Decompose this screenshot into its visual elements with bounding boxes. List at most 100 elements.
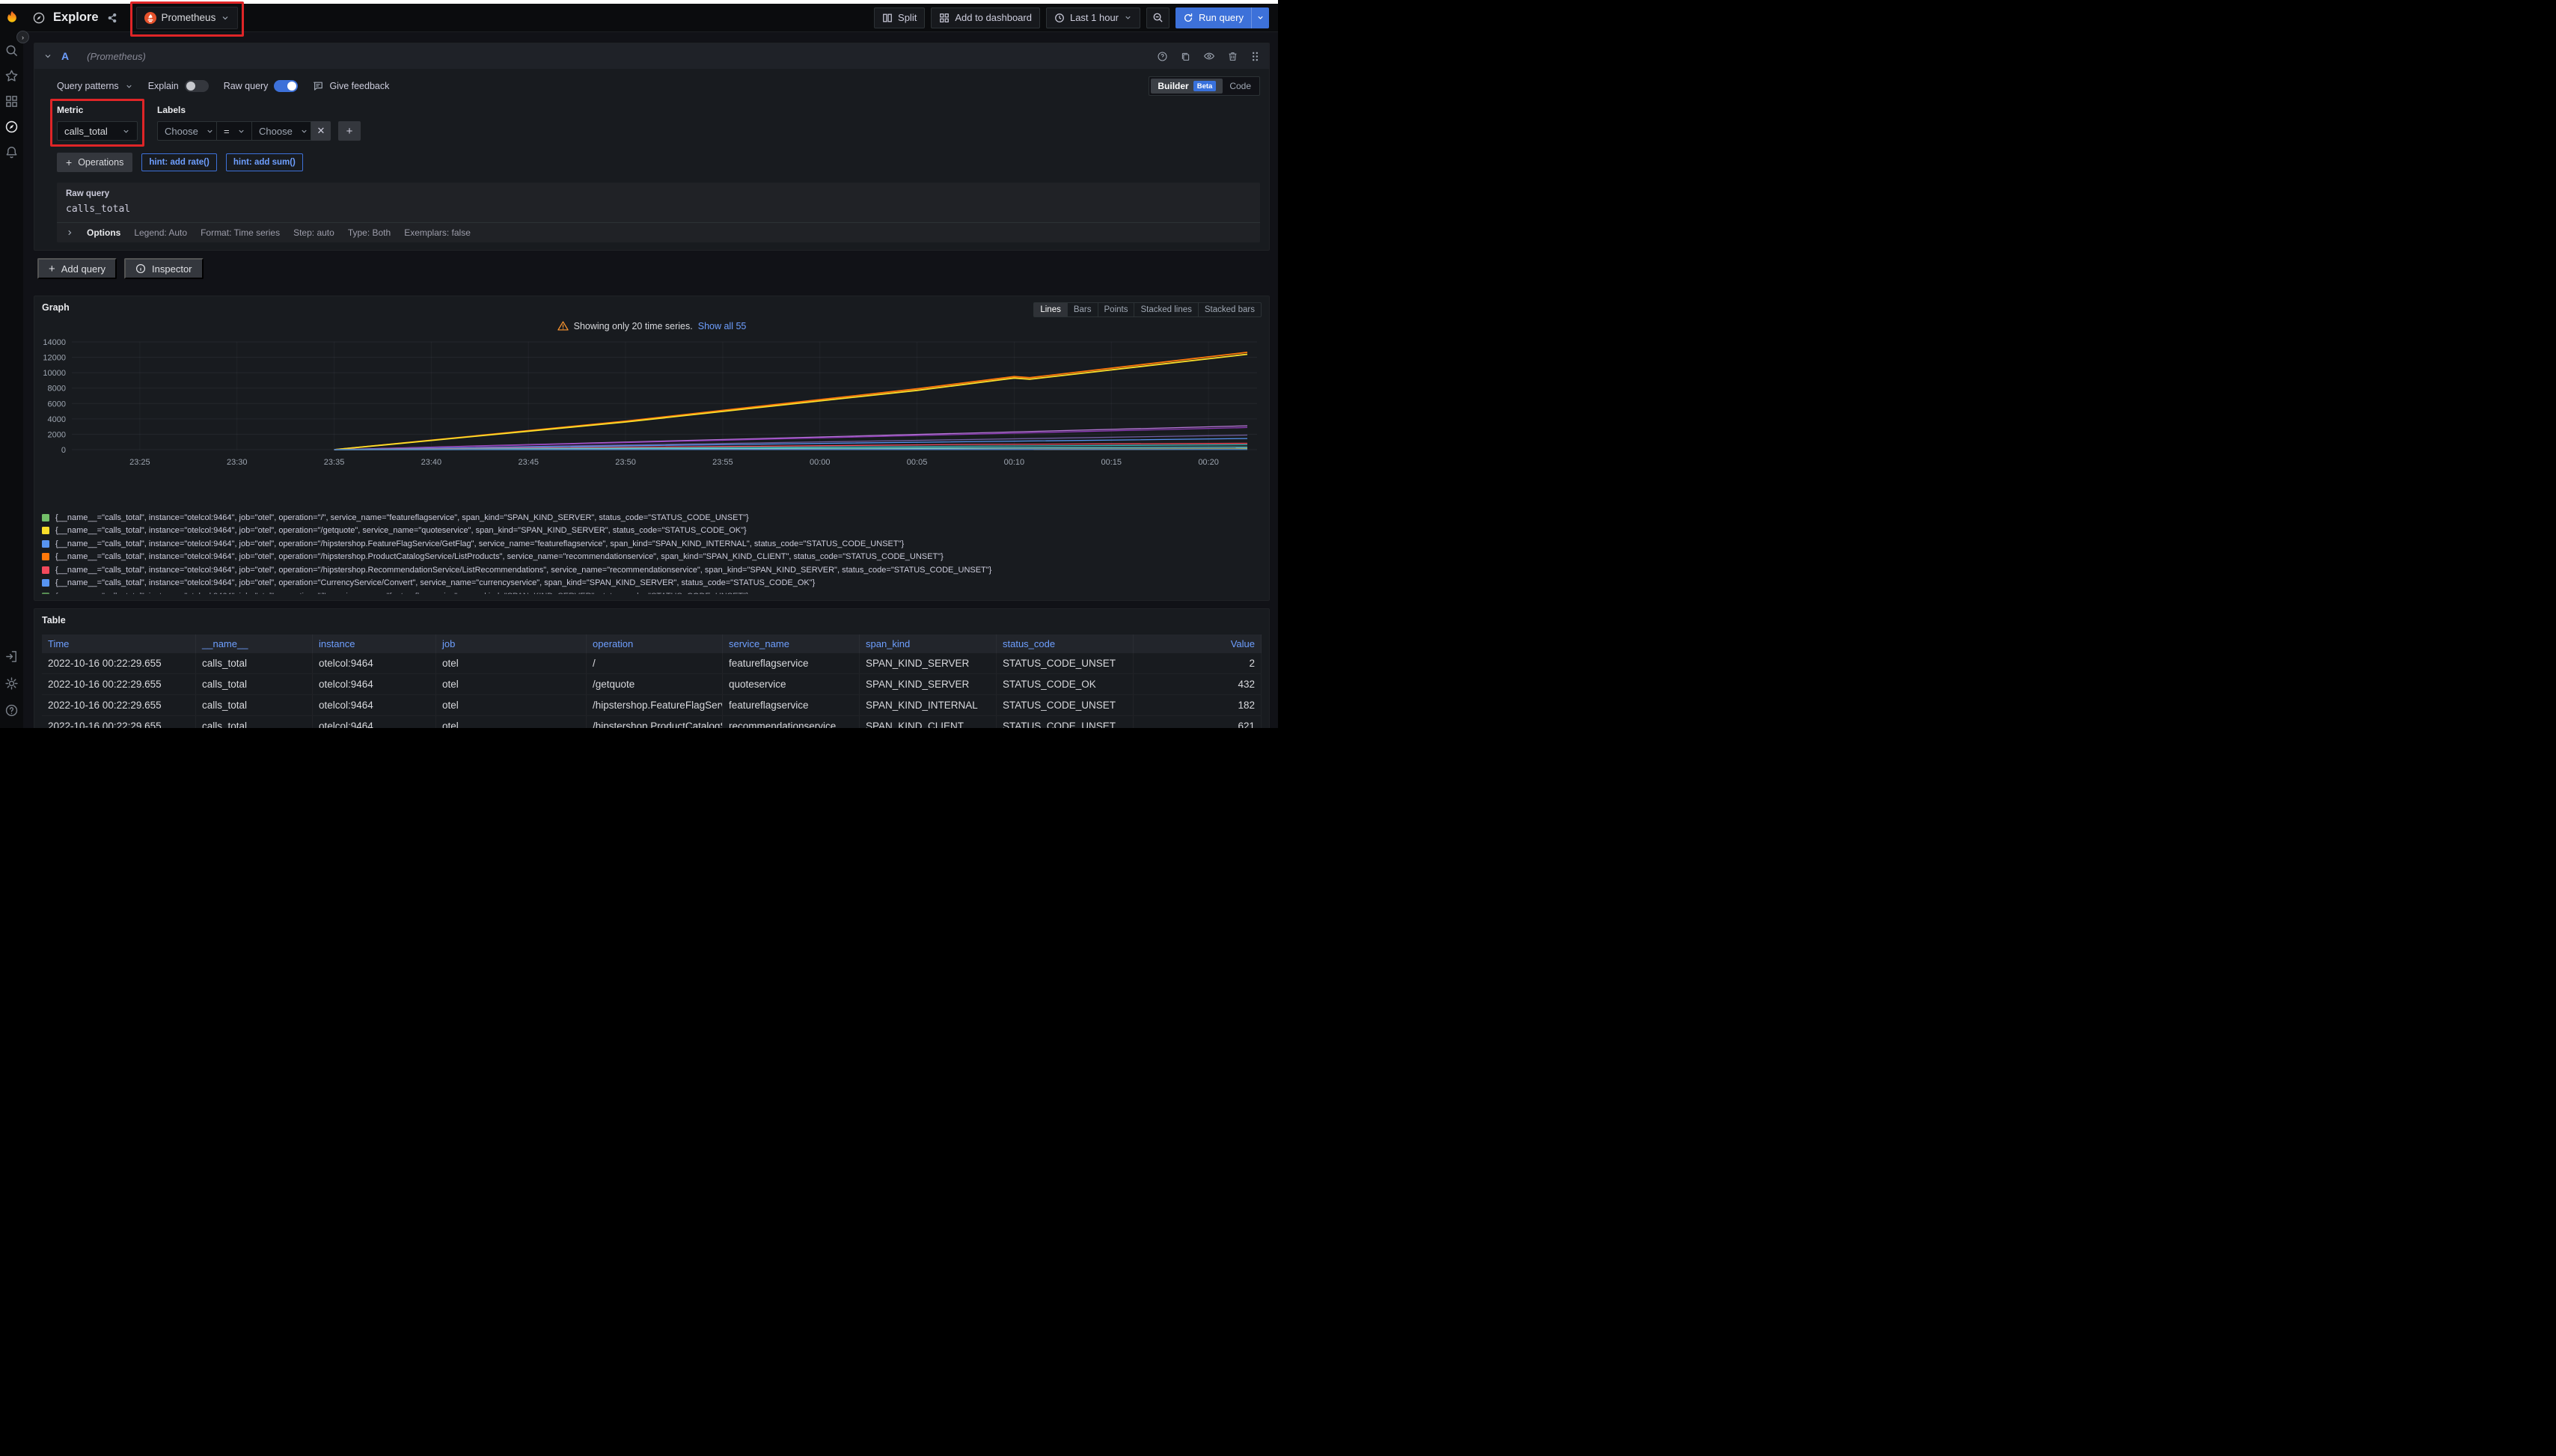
add-query-button[interactable]: + Add query [37, 258, 117, 279]
help-icon[interactable] [4, 703, 19, 718]
search-icon[interactable] [4, 43, 19, 58]
sidebar-expand-button[interactable]: › [16, 31, 29, 43]
x-tick-label: 23:30 [227, 458, 248, 467]
run-query-caret[interactable] [1251, 7, 1269, 28]
drag-handle-icon[interactable] [1250, 51, 1260, 62]
legend-series-label: {__name__="calls_total", instance="otelc… [55, 566, 991, 575]
hint-add-sum-button[interactable]: hint: add sum() [226, 153, 303, 171]
explain-toggle[interactable] [185, 80, 209, 92]
comment-icon [313, 81, 323, 91]
dashboards-icon[interactable] [4, 94, 19, 108]
legend-item[interactable]: {__name__="calls_total", instance="otelc… [42, 577, 1262, 590]
table-cell: 2022-10-16 00:22:29.655 [42, 674, 196, 695]
show-all-series-link[interactable]: Show all 55 [698, 321, 747, 331]
legend-item[interactable]: {__name__="calls_total", instance="otelc… [42, 551, 1262, 564]
column-header-name[interactable]: __name__ [196, 634, 313, 653]
chevron-down-icon [125, 82, 133, 91]
chevron-down-icon [237, 127, 245, 135]
column-header-time[interactable]: Time [42, 634, 196, 653]
zoom-out-button[interactable] [1146, 7, 1170, 28]
alerting-bell-icon[interactable] [4, 144, 19, 159]
table-cell: calls_total [196, 674, 313, 695]
column-header-instance[interactable]: instance [313, 634, 436, 653]
table-cell: otelcol:9464 [313, 674, 436, 695]
raw-query-toggle[interactable] [274, 80, 298, 92]
hide-response-eye-icon[interactable] [1203, 50, 1215, 62]
run-query-button[interactable]: Run query [1175, 7, 1269, 28]
time-range-picker[interactable]: Last 1 hour [1046, 7, 1140, 28]
y-tick-label: 12000 [43, 354, 66, 363]
results-table: Time__name__instancejoboperationservice_… [42, 634, 1262, 728]
table-cell: calls_total [196, 716, 313, 728]
warning-triangle-icon [557, 320, 569, 331]
share-icon[interactable] [106, 12, 118, 24]
table-cell: SPAN_KIND_CLIENT [860, 716, 997, 728]
legend-series-label: {__name__="calls_total", instance="otelc… [55, 539, 904, 548]
query-patterns-dropdown[interactable]: Query patterns [57, 81, 133, 91]
remove-query-trash-icon[interactable] [1227, 51, 1238, 62]
labels-field-group: Labels Choose = [157, 105, 361, 141]
tab-builder[interactable]: Builder Beta [1151, 79, 1223, 94]
tab-code[interactable]: Code [1223, 79, 1258, 94]
column-header-spankind[interactable]: span_kind [860, 634, 997, 653]
column-header-servicename[interactable]: service_name [723, 634, 860, 653]
table-cell: calls_total [196, 653, 313, 674]
inspector-button[interactable]: Inspector [124, 258, 203, 279]
x-tick-label: 23:25 [129, 458, 150, 467]
sign-in-icon[interactable] [4, 649, 19, 664]
query-row-header[interactable]: A (Prometheus) [34, 43, 1269, 69]
time-series-chart[interactable]: 0200040006000800010000120001400023:2523:… [42, 336, 1263, 475]
beta-badge: Beta [1193, 81, 1217, 91]
add-to-dashboard-button[interactable]: Add to dashboard [931, 7, 1040, 28]
top-nav: Explore Prometheus [23, 4, 1278, 32]
graph-mode-lines[interactable]: Lines [1033, 302, 1068, 317]
x-tick-label: 00:00 [810, 458, 831, 467]
label-key-select[interactable]: Choose [157, 121, 217, 141]
query-help-icon[interactable] [1157, 51, 1168, 62]
datasource-picker[interactable]: Prometheus [136, 7, 239, 29]
grafana-logo-icon[interactable] [4, 10, 20, 26]
sidebar: › [0, 4, 23, 728]
gear-icon[interactable] [4, 676, 19, 691]
x-tick-label: 23:40 [421, 458, 442, 467]
label-operator-select[interactable]: = [216, 121, 252, 141]
query-options-row[interactable]: Options Legend: AutoFormat: Time seriesS… [57, 222, 1260, 242]
legend-color-swatch [42, 540, 49, 548]
graph-mode-bars[interactable]: Bars [1067, 302, 1098, 317]
column-header-operation[interactable]: operation [587, 634, 723, 653]
series-limit-warning: Showing only 20 time series. Show all 55 [42, 320, 1262, 331]
duplicate-query-icon[interactable] [1180, 51, 1191, 62]
graph-mode-stacked-bars[interactable]: Stacked bars [1198, 302, 1262, 317]
query-ref-id: A [61, 50, 69, 62]
legend-series-label: {__name__="calls_total", instance="otelc… [55, 578, 815, 587]
column-header-job[interactable]: job [436, 634, 587, 653]
add-label-filter-button[interactable]: + [338, 121, 361, 141]
chevron-down-icon [1124, 13, 1132, 22]
legend-series-label: {__name__="calls_total", instance="otelc… [55, 513, 749, 522]
column-header-value[interactable]: Value [1134, 634, 1262, 653]
star-icon[interactable] [4, 68, 19, 83]
remove-label-filter-button[interactable]: ✕ [311, 121, 331, 141]
plus-icon: + [49, 263, 55, 275]
y-tick-label: 14000 [43, 338, 66, 347]
add-operations-button[interactable]: + Operations [57, 153, 132, 172]
x-tick-label: 23:55 [712, 458, 733, 467]
graph-mode-points[interactable]: Points [1098, 302, 1135, 317]
legend-item[interactable]: {__name__="calls_total", instance="otelc… [42, 563, 1262, 577]
legend-item[interactable]: {__name__="calls_total", instance="otelc… [42, 524, 1262, 538]
metric-select[interactable]: calls_total [57, 121, 138, 141]
plus-icon: + [66, 156, 72, 168]
give-feedback-button[interactable]: Give feedback [313, 81, 389, 91]
explore-compass-icon[interactable] [4, 119, 19, 134]
table-cell: otel [436, 674, 587, 695]
grafana-explore-page: › [0, 0, 1278, 728]
collapse-chevron-icon[interactable] [43, 52, 52, 61]
hint-add-rate-button[interactable]: hint: add rate() [141, 153, 217, 171]
legend-item-truncated[interactable]: {__name__="calls_total", instance="otelc… [42, 590, 1262, 594]
label-value-select[interactable]: Choose [251, 121, 311, 141]
legend-item[interactable]: {__name__="calls_total", instance="otelc… [42, 537, 1262, 551]
legend-item[interactable]: {__name__="calls_total", instance="otelc… [42, 511, 1262, 524]
split-button[interactable]: Split [874, 7, 925, 28]
column-header-statuscode[interactable]: status_code [997, 634, 1134, 653]
graph-mode-stacked-lines[interactable]: Stacked lines [1134, 302, 1198, 317]
